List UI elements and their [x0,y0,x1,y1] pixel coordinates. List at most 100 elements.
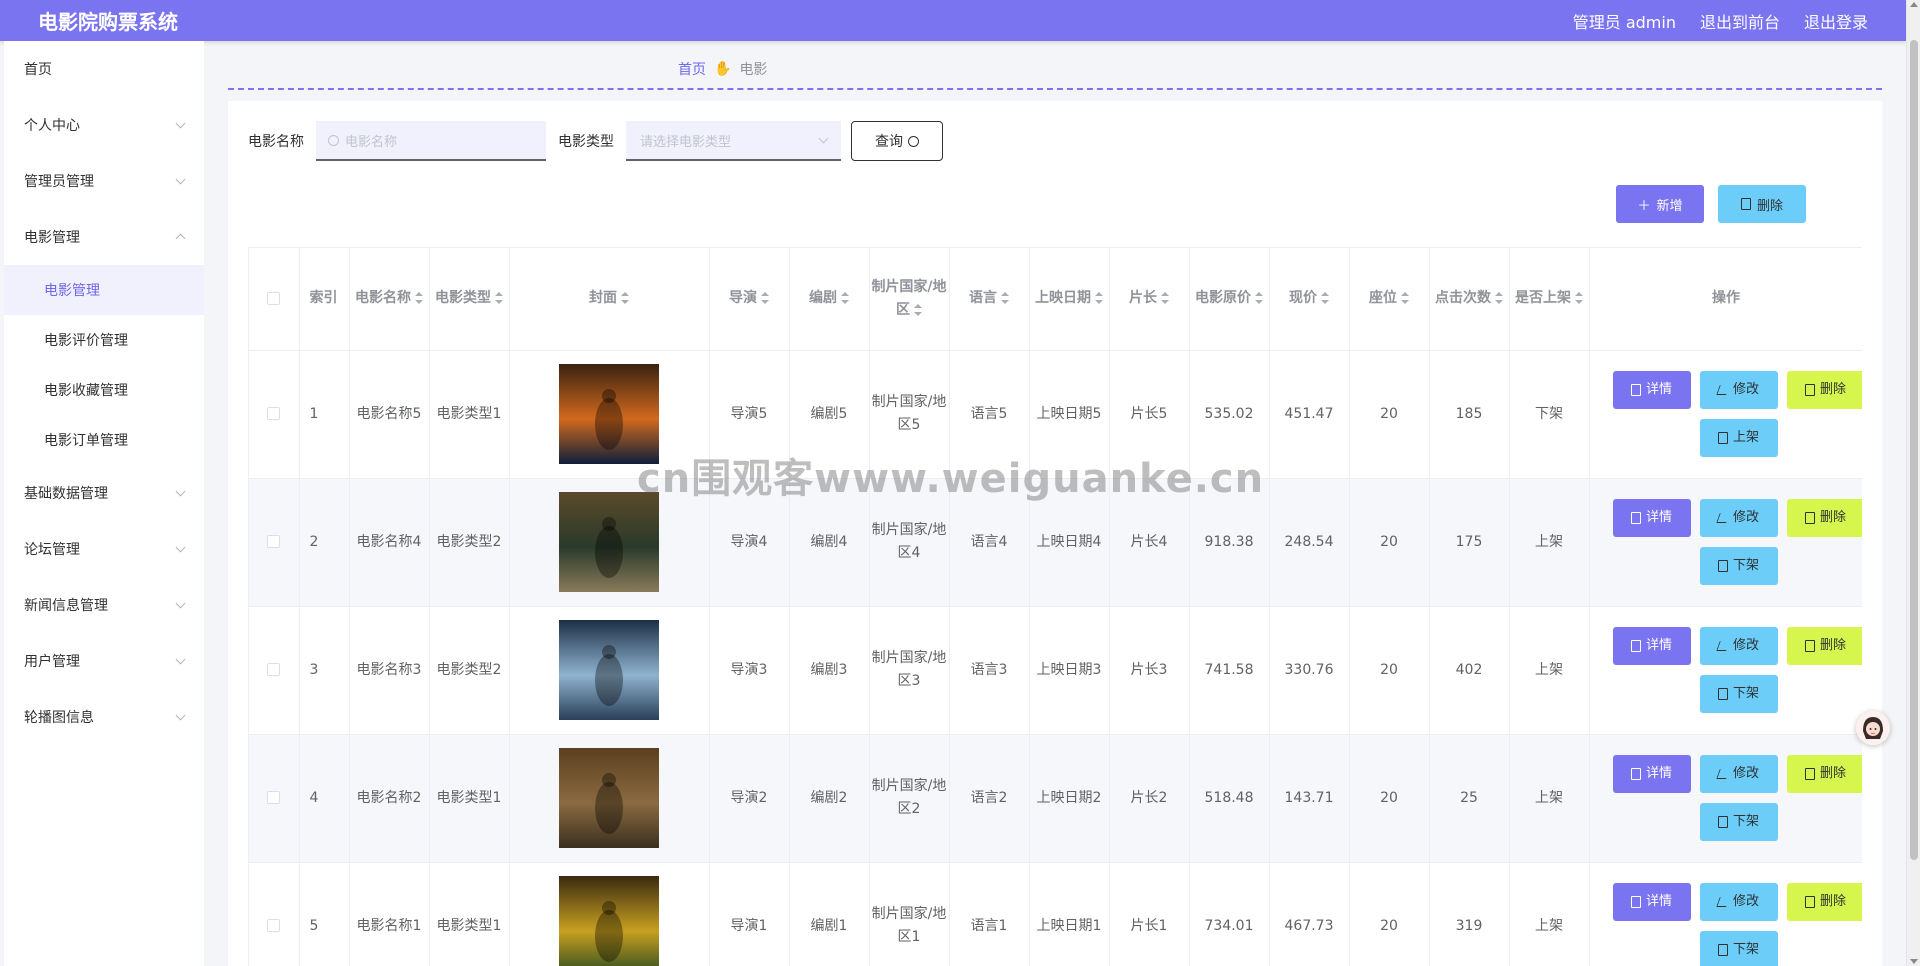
actions-cell: 详情 修改 删除 下架 [1589,606,1862,735]
col-header-type[interactable]: 电影类型 [429,248,510,351]
poster-graphic [559,364,659,464]
cell-index: 5 [299,862,350,966]
breadcrumb-home[interactable]: 首页 [678,59,706,79]
cell-country: 制片国家/地区4 [869,478,950,607]
movie-type-select[interactable]: 请选择电影类型 [626,121,841,161]
delete-button[interactable]: 删除 [1786,882,1862,921]
scroll-up-icon[interactable] [1910,2,1918,7]
row-checkbox[interactable] [267,535,281,548]
scroll-down-icon[interactable] [1910,959,1918,964]
col-header-clicks[interactable]: 点击次数 [1429,248,1510,351]
sidebar-item-user[interactable]: 用户管理 [4,633,204,689]
shelf-toggle-button[interactable]: 下架 [1699,674,1778,713]
edit-button[interactable]: 修改 [1699,882,1778,921]
cell-language: 语言1 [949,862,1030,966]
delete-button[interactable]: 删除 [1786,754,1862,793]
cell-index: 1 [299,350,350,479]
batch-delete-button[interactable]: 删除 [1718,185,1806,223]
col-header-seats[interactable]: 座位 [1349,248,1430,351]
assistant-avatar[interactable] [1856,711,1890,745]
sidebar-subitem-movie-favorite[interactable]: 电影收藏管理 [4,365,204,415]
sort-caret-icon[interactable] [1161,292,1169,305]
pencil-icon [1716,896,1730,907]
sidebar-subitem-movie[interactable]: 电影管理 [4,265,204,315]
col-header-length[interactable]: 片长 [1109,248,1190,351]
breadcrumb-divider [228,88,1882,90]
col-header-date[interactable]: 上映日期 [1029,248,1110,351]
sort-caret-icon[interactable] [621,292,629,305]
sidebar-subitem-movie-order[interactable]: 电影订单管理 [4,415,204,465]
sort-caret-icon[interactable] [1495,292,1503,305]
delete-button[interactable]: 删除 [1786,370,1862,409]
col-header-label: 电影类型 [435,290,491,307]
sidebar-item-carousel[interactable]: 轮播图信息 [4,689,204,745]
sort-caret-icon[interactable] [1095,292,1103,305]
delete-button[interactable]: 删除 [1786,626,1862,665]
row-checkbox[interactable] [267,791,281,804]
detail-button[interactable]: 详情 [1612,370,1691,409]
edit-button[interactable]: 修改 [1699,498,1778,537]
sidebar-item-forum[interactable]: 论坛管理 [4,521,204,577]
detail-button[interactable]: 详情 [1612,754,1691,793]
movie-name-input[interactable]: 电影名称 [316,121,546,161]
col-header-name[interactable]: 电影名称 [349,248,430,351]
shelf-toggle-button[interactable]: 下架 [1699,802,1778,841]
cell-seats: 20 [1349,734,1430,863]
col-header-orig-price[interactable]: 电影原价 [1189,248,1270,351]
query-button[interactable]: 查询 [851,121,943,161]
col-header-writer[interactable]: 编剧 [789,248,870,351]
exit-to-front-link[interactable]: 退出到前台 [1700,9,1780,33]
col-header-language[interactable]: 语言 [949,248,1030,351]
sidebar-item-home[interactable]: 首页 [4,41,204,97]
sidebar-subitem-movie-review[interactable]: 电影评价管理 [4,315,204,365]
sort-caret-icon[interactable] [761,292,769,305]
edit-button[interactable]: 修改 [1699,370,1778,409]
sidebar-item-news[interactable]: 新闻信息管理 [4,577,204,633]
sort-caret-icon[interactable] [1255,292,1263,305]
sort-caret-icon[interactable] [914,303,922,316]
movie-table: 索引 电影名称 电影类型 封面 导演 编剧 制片国家/地区 语言 上映日期 片长 电影原价 现价 座位 点… [248,247,1862,966]
detail-button[interactable]: 详情 [1612,498,1691,537]
edit-label: 修改 [1732,766,1759,781]
sort-caret-icon[interactable] [1001,292,1009,305]
main-content: 首页 ✋ 电影 电影名称 电影名称 电影类型 请选择电影类型 查询 ＋ 新增 删… [204,41,1906,966]
page-scrollbar[interactable] [1906,0,1920,966]
batch-delete-label: 删除 [1756,198,1783,214]
row-checkbox[interactable] [267,407,281,420]
shelf-toggle-button[interactable]: 下架 [1699,930,1778,966]
sidebar-item-movie[interactable]: 电影管理 [4,209,204,265]
col-header-on-shelf[interactable]: 是否上架 [1509,248,1590,351]
sidebar-item-admin[interactable]: 管理员管理 [4,153,204,209]
edit-button[interactable]: 修改 [1699,754,1778,793]
col-header-price[interactable]: 现价 [1269,248,1350,351]
add-button[interactable]: ＋ 新增 [1616,185,1704,223]
col-header-country[interactable]: 制片国家/地区 [869,248,950,351]
chevron-down-icon [175,542,186,552]
sidebar-item-basedata[interactable]: 基础数据管理 [4,465,204,521]
cell-name: 电影名称2 [349,734,430,863]
sidebar-item-personal[interactable]: 个人中心 [4,97,204,153]
logout-link[interactable]: 退出登录 [1804,9,1868,33]
cell-length: 片长3 [1109,606,1190,735]
detail-button[interactable]: 详情 [1612,626,1691,665]
col-header-cover[interactable]: 封面 [509,248,710,351]
cell-length: 片长1 [1109,862,1190,966]
shelf-toggle-label: 下架 [1732,558,1759,573]
delete-button[interactable]: 删除 [1786,498,1862,537]
sort-caret-icon[interactable] [1321,292,1329,305]
detail-button[interactable]: 详情 [1612,882,1691,921]
sort-caret-icon[interactable] [1401,292,1409,305]
scrollbar-thumb[interactable] [1910,40,1918,860]
col-header-director[interactable]: 导演 [709,248,790,351]
edit-button[interactable]: 修改 [1699,626,1778,665]
sort-caret-icon[interactable] [415,292,423,305]
row-checkbox[interactable] [267,919,281,932]
row-checkbox[interactable] [267,663,281,676]
sort-caret-icon[interactable] [841,292,849,305]
col-header-label: 导演 [729,290,757,307]
sort-caret-icon[interactable] [495,292,503,305]
select-all-checkbox[interactable] [267,291,281,305]
shelf-toggle-button[interactable]: 下架 [1699,546,1778,585]
shelf-toggle-button[interactable]: 上架 [1699,418,1778,457]
sort-caret-icon[interactable] [1575,292,1583,305]
